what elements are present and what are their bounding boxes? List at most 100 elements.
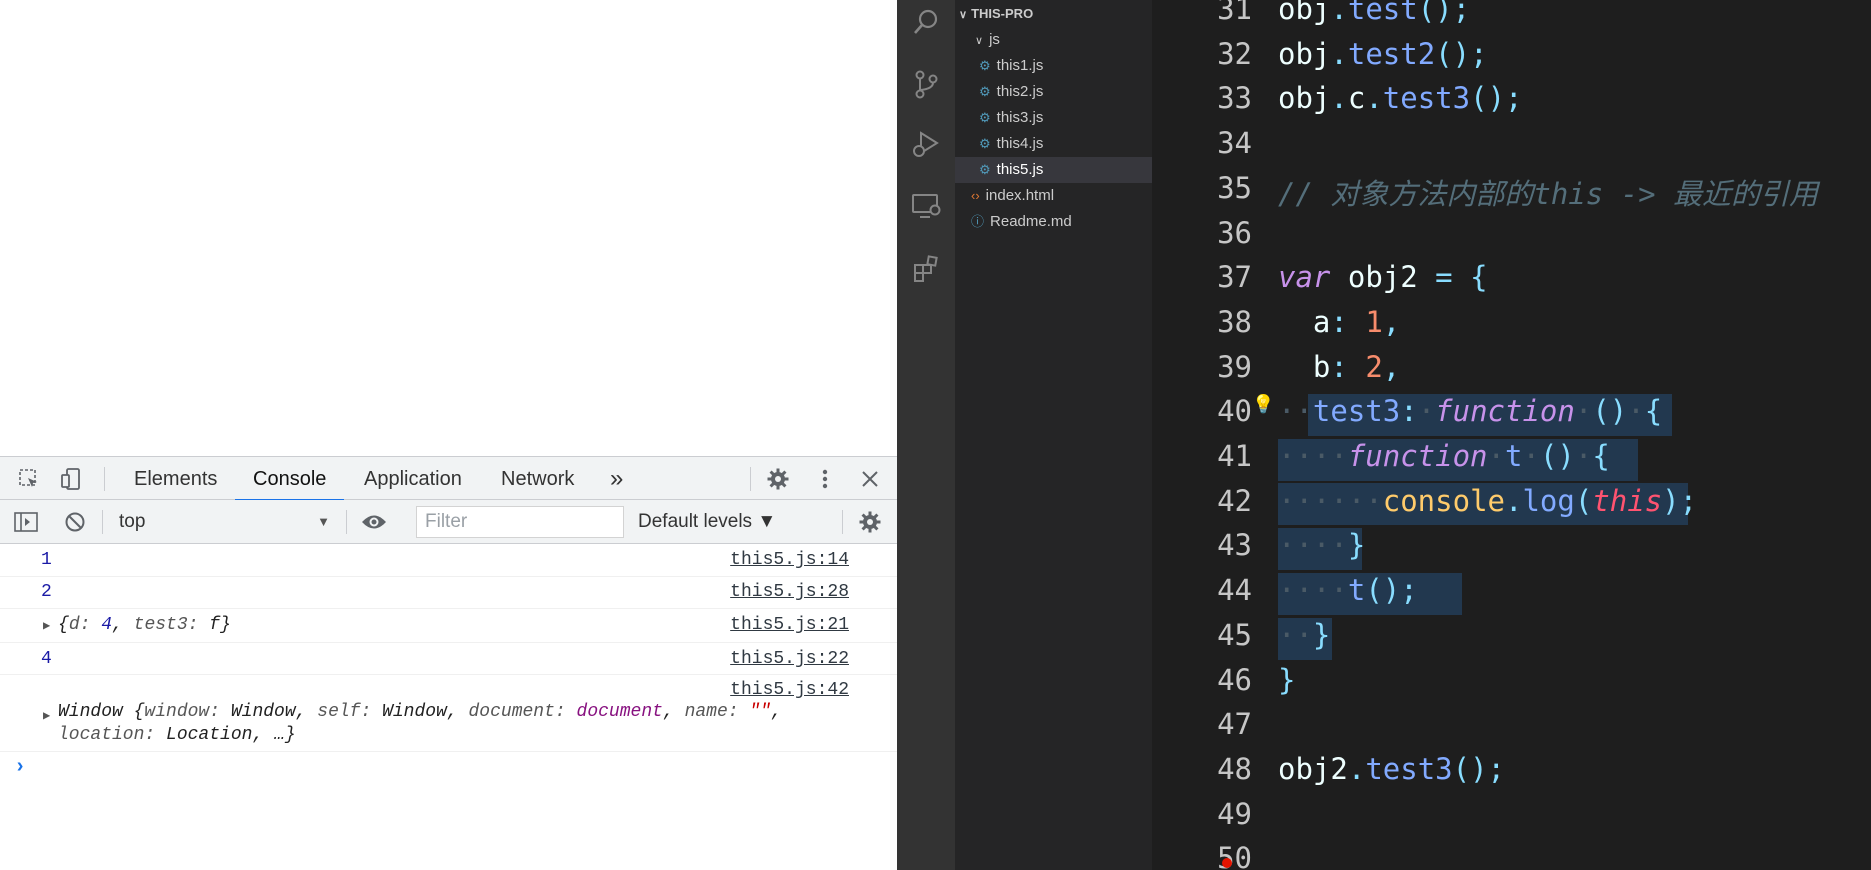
code-area[interactable]: 31 obj.test(); 32 obj.test2(); 33 obj.c.test3… <box>1152 0 1871 870</box>
chevron-down-icon: ∨ <box>959 9 968 21</box>
lightbulb-icon[interactable]: 💡 <box>1252 394 1274 415</box>
toolbar-divider <box>346 510 347 534</box>
close-devtools-icon[interactable] <box>857 467 883 491</box>
line-number: 43 <box>1217 528 1252 563</box>
page-viewport[interactable] <box>0 0 897 456</box>
object-preview[interactable]: {d: 4, test3: f} <box>58 615 231 635</box>
tab-application[interactable]: Application <box>360 457 466 501</box>
object-preview-line1[interactable]: Window {window: Window, self: Window, do… <box>58 702 782 722</box>
line-number: 49 <box>1217 796 1252 831</box>
code-line[interactable]: obj.test(); <box>1278 0 1470 26</box>
activity-bar <box>897 0 955 870</box>
toolbar-divider <box>104 467 105 491</box>
line-number: 32 <box>1217 36 1252 71</box>
code-line[interactable]: obj.c.test3(); <box>1278 81 1523 115</box>
code-editor-window: ∨ THIS-PRO ∨ js ⚙ this1.js ⚙ this2.js ⚙ this3… <box>897 0 1871 870</box>
tab-elements[interactable]: Elements <box>130 457 221 501</box>
console-message: 4 this5.js:22 <box>0 643 897 675</box>
line-number: 31 <box>1217 0 1252 26</box>
code-line[interactable]: obj.test2(); <box>1278 37 1488 71</box>
js-file-gear-icon: ⚙ <box>979 110 991 125</box>
source-control-icon[interactable] <box>910 68 942 100</box>
clear-console-icon[interactable] <box>62 510 88 534</box>
code-line[interactable]: b: 2, <box>1278 350 1400 384</box>
expand-triangle-icon[interactable]: ▶ <box>43 708 50 723</box>
line-number: 44 <box>1217 573 1252 608</box>
file-this1-js[interactable]: ⚙ this1.js <box>979 53 1043 79</box>
file-this4-js[interactable]: ⚙ this4.js <box>979 131 1043 157</box>
breakpoint-dot-icon[interactable] <box>1222 858 1232 868</box>
console-message[interactable]: ▶ {d: 4, test3: f} this5.js:21 <box>0 609 897 643</box>
chevron-down-icon: ∨ <box>975 35 984 47</box>
search-icon[interactable] <box>910 6 942 38</box>
log-levels-dropdown[interactable]: Default levels ▼ <box>638 508 776 536</box>
toolbar-divider <box>750 467 751 491</box>
code-line[interactable]: ··} <box>1278 618 1330 652</box>
sidebar-toggle-icon[interactable] <box>13 510 39 534</box>
code-line[interactable]: a: 1, <box>1278 305 1400 339</box>
log-value: 1 <box>41 550 52 570</box>
more-tabs-button[interactable]: » <box>606 457 627 501</box>
tab-network[interactable]: Network <box>497 457 578 501</box>
more-options-icon[interactable] <box>812 467 838 491</box>
line-number: 33 <box>1217 81 1252 116</box>
source-link[interactable]: this5.js:21 <box>730 615 849 635</box>
code-line[interactable]: ····function·t·()·{ <box>1278 439 1610 473</box>
devtools-tabbar: Elements Console Application Network » <box>0 456 897 502</box>
line-number: 50 <box>1217 841 1252 870</box>
devtools-panel: Elements Console Application Network » t… <box>0 456 897 870</box>
js-file-gear-icon: ⚙ <box>979 58 991 73</box>
code-line[interactable]: ····} <box>1278 528 1365 562</box>
line-number: 34 <box>1217 126 1252 161</box>
line-number: 42 <box>1217 483 1252 518</box>
file-this5-js[interactable]: ⚙ this5.js <box>979 157 1043 183</box>
console-prompt-row[interactable]: › <box>0 752 897 792</box>
line-number: 36 <box>1217 215 1252 250</box>
code-line[interactable]: ··test3:·function·()·{ <box>1278 394 1662 428</box>
code-line[interactable]: } <box>1278 663 1295 697</box>
code-line[interactable]: // 对象方法内部的this -> 最近的引用 <box>1278 171 1818 213</box>
console-prompt-icon[interactable]: › <box>14 756 26 779</box>
console-settings-gear-icon[interactable] <box>857 510 883 534</box>
code-line[interactable]: ······console.log(this); <box>1278 484 1697 518</box>
context-selector[interactable]: top ▼ <box>112 508 336 536</box>
source-link[interactable]: this5.js:14 <box>730 550 849 570</box>
console-message: 2 this5.js:28 <box>0 577 897 609</box>
object-preview-line2[interactable]: location: Location, …} <box>58 725 296 745</box>
line-number: 48 <box>1217 751 1252 786</box>
line-number: 40 <box>1217 394 1252 429</box>
folder-js[interactable]: ∨ js <box>975 27 1000 53</box>
live-expression-eye-icon[interactable] <box>361 510 387 534</box>
code-line[interactable]: var obj2 = { <box>1278 260 1488 294</box>
console-toolbar: top ▼ Default levels ▼ <box>0 500 897 544</box>
explorer-root-folder[interactable]: ∨ THIS-PRO <box>959 1 1033 27</box>
source-link[interactable]: this5.js:22 <box>730 649 849 669</box>
file-readme-md[interactable]: ⓘ Readme.md <box>971 209 1072 235</box>
console-message[interactable]: this5.js:42 ▶ Window {window: Window, se… <box>0 675 897 752</box>
js-file-gear-icon: ⚙ <box>979 136 991 151</box>
toolbar-divider <box>102 510 103 534</box>
console-filter-input[interactable] <box>416 506 624 538</box>
code-line[interactable]: ····t(); <box>1278 573 1418 607</box>
device-toolbar-icon[interactable] <box>58 467 84 491</box>
file-this3-js[interactable]: ⚙ this3.js <box>979 105 1043 131</box>
log-value: 2 <box>41 582 52 602</box>
file-explorer: ∨ THIS-PRO ∨ js ⚙ this1.js ⚙ this2.js ⚙ this3… <box>955 0 1152 870</box>
line-number: 41 <box>1217 439 1252 473</box>
inspect-element-icon[interactable] <box>16 467 42 491</box>
line-number: 37 <box>1217 260 1252 295</box>
file-this2-js[interactable]: ⚙ this2.js <box>979 79 1043 105</box>
remote-explorer-icon[interactable] <box>910 190 942 222</box>
js-file-gear-icon: ⚙ <box>979 84 991 99</box>
extensions-icon[interactable] <box>910 252 942 284</box>
toolbar-divider <box>842 510 843 534</box>
run-debug-icon[interactable] <box>910 128 942 160</box>
settings-gear-icon[interactable] <box>765 467 791 491</box>
line-number: 35 <box>1217 170 1252 205</box>
source-link[interactable]: this5.js:28 <box>730 582 849 602</box>
code-line[interactable]: obj2.test3(); <box>1278 752 1505 786</box>
expand-triangle-icon[interactable]: ▶ <box>43 618 50 633</box>
source-link[interactable]: this5.js:42 <box>730 680 849 700</box>
file-index-html[interactable]: ‹› index.html <box>971 183 1054 209</box>
tab-console[interactable]: Console <box>234 457 345 502</box>
